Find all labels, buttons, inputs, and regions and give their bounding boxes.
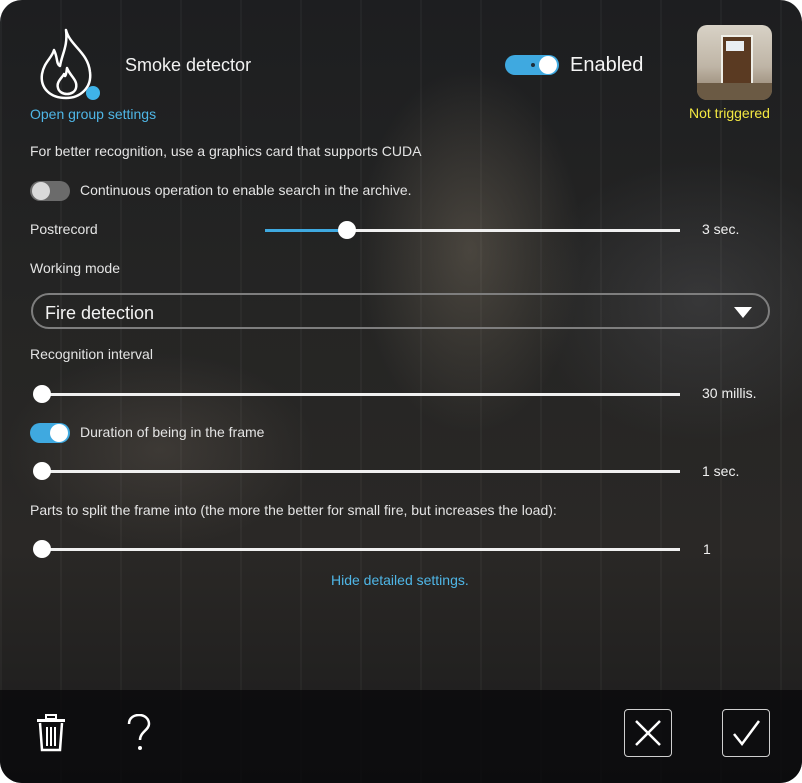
- parts-slider-thumb[interactable]: [33, 540, 51, 558]
- cuda-note: For better recognition, use a graphics c…: [30, 143, 422, 159]
- postrecord-slider-thumb[interactable]: [338, 221, 356, 239]
- camera-thumbnail[interactable]: [697, 25, 772, 100]
- parts-label: Parts to split the frame into (the more …: [30, 502, 557, 518]
- duration-value: 1 sec.: [702, 463, 740, 479]
- working-mode-label: Working mode: [30, 260, 121, 276]
- enabled-label: Enabled: [570, 54, 644, 76]
- postrecord-value: 3 sec.: [702, 221, 740, 237]
- chevron-down-icon: [734, 307, 752, 318]
- continuous-operation-toggle[interactable]: [30, 181, 70, 201]
- continuous-operation-label: Continuous operation to enable search in…: [80, 182, 412, 198]
- working-mode-select[interactable]: Fire detection: [31, 293, 770, 329]
- help-icon[interactable]: [125, 714, 153, 752]
- postrecord-label: Postrecord: [30, 221, 98, 237]
- confirm-button[interactable]: [722, 709, 770, 757]
- duration-toggle[interactable]: [30, 423, 70, 443]
- detector-settings-dialog: Smoke detector Open group settings Enabl…: [0, 0, 802, 783]
- thumbnail-window: [726, 41, 744, 51]
- toggle-knob: [32, 182, 50, 200]
- dialog-footer: [0, 690, 802, 783]
- toggle-indicator: [531, 63, 535, 67]
- postrecord-slider-fill: [265, 229, 347, 232]
- close-icon: [635, 720, 661, 746]
- toggle-knob: [539, 56, 557, 74]
- toggle-knob: [50, 424, 68, 442]
- cancel-button[interactable]: [624, 709, 672, 757]
- open-group-settings-link[interactable]: Open group settings: [30, 106, 156, 122]
- status-dot: [86, 86, 100, 100]
- working-mode-selected: Fire detection: [45, 303, 155, 323]
- parts-slider-track[interactable]: [40, 548, 680, 551]
- recognition-interval-value: 30 millis.: [702, 385, 757, 401]
- hide-detailed-settings-link[interactable]: Hide detailed settings.: [331, 572, 469, 588]
- enabled-toggle[interactable]: [505, 55, 559, 75]
- duration-slider-track[interactable]: [40, 470, 680, 473]
- recognition-interval-slider-thumb[interactable]: [33, 385, 51, 403]
- parts-value: 1: [703, 541, 711, 557]
- duration-slider-thumb[interactable]: [33, 462, 51, 480]
- recognition-interval-label: Recognition interval: [30, 346, 153, 362]
- recognition-interval-slider-track[interactable]: [40, 393, 680, 396]
- trigger-status: Not triggered: [689, 105, 770, 121]
- detector-title: Smoke detector: [125, 55, 252, 75]
- thumbnail-floor: [697, 83, 772, 100]
- trash-icon[interactable]: [34, 714, 68, 752]
- duration-label: Duration of being in the frame: [80, 424, 265, 440]
- check-icon: [733, 720, 761, 747]
